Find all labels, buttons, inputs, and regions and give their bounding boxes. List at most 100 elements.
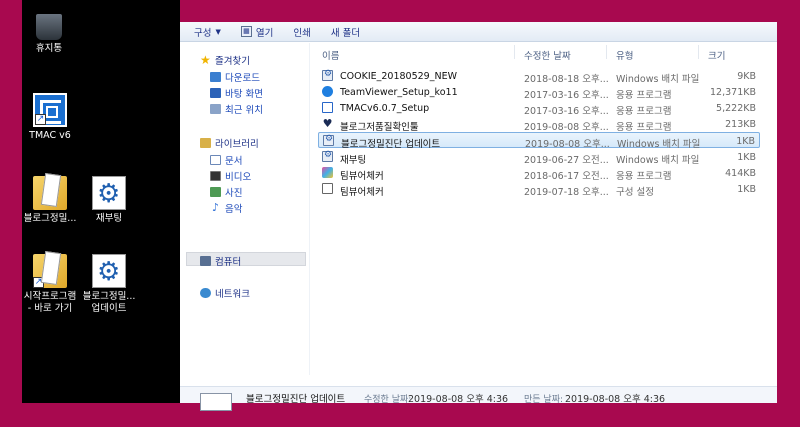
toolbar: 구성 ▼ ▦ 열기 인쇄 새 폴더 — [180, 22, 777, 42]
new-folder-label: 새 폴더 — [330, 27, 361, 39]
column-header-type[interactable]: 유형 — [616, 48, 633, 62]
nav-item-downloads[interactable]: 다운로드 — [210, 70, 260, 84]
nav-favorites-label: 즐겨찾기 — [215, 56, 250, 67]
file-date: 2018-06-17 오전... — [524, 171, 609, 182]
file-date: 2017-03-16 오후... — [524, 90, 609, 101]
file-size: 12,371KB — [710, 87, 756, 98]
column-header-date[interactable]: 수정한 날짜 — [524, 48, 571, 62]
desktop-icon-reboot[interactable]: 재부팅 — [74, 176, 144, 225]
file-name: TeamViewer_Setup_ko11 — [340, 87, 458, 98]
shortcut-arrow-icon: ↗ — [35, 114, 46, 125]
nav-item-label: 다운로드 — [225, 73, 260, 84]
file-row[interactable]: 재부팅 2019-06-27 오전... Windows 배치 파일 1KB — [318, 149, 760, 166]
open-icon: ▦ — [240, 26, 252, 37]
nav-network[interactable]: 네트워크 — [200, 286, 250, 300]
column-divider[interactable] — [606, 45, 607, 59]
file-row[interactable]: COOKIE_20180529_NEW 2018-08-18 오후... Win… — [318, 68, 760, 85]
gear-icon — [92, 176, 126, 210]
nav-network-label: 네트워크 — [215, 289, 250, 300]
file-row[interactable]: TeamViewer_Setup_ko11 2017-03-16 오후... 응… — [318, 84, 760, 101]
file-size: 1KB — [737, 184, 756, 195]
file-row[interactable]: ♥ 블로그저품질확인툴 2019-08-08 오후... 응용 프로그램 213… — [318, 116, 760, 133]
details-modified-label: 수정한 날짜: — [364, 395, 412, 405]
file-size: 1KB — [737, 152, 756, 163]
file-name: 팀뷰어체커 — [340, 187, 384, 198]
file-type: 응용 프로그램 — [616, 122, 672, 133]
nav-item-label: 사진 — [225, 188, 243, 199]
open-button[interactable]: ▦ 열기 — [240, 25, 274, 39]
recycle-bin-icon — [36, 14, 62, 40]
nav-item-desktop[interactable]: 바탕 화면 — [210, 86, 263, 100]
desktop-icon-tmac[interactable]: ↗ TMAC v6 — [22, 93, 85, 142]
file-row[interactable]: 팀뷰어체커 2018-06-17 오전... 응용 프로그램 414KB — [318, 165, 760, 182]
file-size: 213KB — [725, 119, 756, 130]
file-size: 414KB — [725, 168, 756, 179]
teamviewer-icon — [322, 86, 333, 97]
recent-places-icon — [210, 104, 221, 114]
print-button[interactable]: 인쇄 — [293, 25, 310, 39]
nav-item-label: 최근 위치 — [225, 105, 263, 116]
file-name: 팀뷰어체커 — [340, 171, 384, 182]
file-size: 5,222KB — [716, 103, 756, 114]
desktop: 휴지통 ↗ TMAC v6 블로그정밀... 재부팅 ↗ 시작프로그램 - 바로… — [22, 0, 180, 403]
file-date: 2019-07-18 오후... — [524, 187, 609, 198]
details-pane: 블로그정밀진단 업데이트 수정한 날짜: 2019-08-08 오후 4:36 … — [180, 386, 777, 411]
file-type: Windows 배치 파일 — [617, 139, 701, 150]
organize-button[interactable]: 구성 ▼ — [194, 25, 221, 39]
computer-icon — [200, 256, 211, 266]
batch-file-icon — [200, 393, 232, 411]
file-row-selected[interactable]: 블로그정밀진단 업데이트 2019-08-08 오후... Windows 배치… — [318, 132, 760, 150]
file-name: COOKIE_20180529_NEW — [340, 71, 457, 82]
file-size: 1KB — [736, 136, 755, 147]
details-modified-value: 2019-08-08 오후 4:36 — [408, 394, 509, 405]
nav-item-label: 비디오 — [225, 172, 252, 183]
nav-item-label: 문서 — [225, 156, 243, 167]
file-name: 블로그저품질확인툴 — [340, 122, 419, 133]
nav-libraries-label: 라이브러리 — [215, 139, 259, 150]
desktop-icon-blog-update[interactable]: 블로그정밀... 업데이트 — [74, 254, 144, 315]
file-type: 응용 프로그램 — [616, 106, 672, 117]
details-file-name: 블로그정밀진단 업데이트 — [246, 394, 346, 405]
cube-icon — [322, 167, 333, 178]
file-type: 구성 설정 — [616, 187, 654, 198]
column-header-name[interactable]: 이름 — [322, 48, 339, 62]
nav-libraries[interactable]: 라이브러리 — [200, 136, 259, 150]
nav-item-documents[interactable]: 문서 — [210, 153, 242, 167]
star-icon: ★ — [200, 53, 211, 67]
nav-item-videos[interactable]: 비디오 — [210, 169, 251, 183]
desktop-icon-label: 재부팅 — [95, 213, 123, 224]
nav-item-music[interactable]: ♪ 음악 — [210, 201, 243, 215]
open-label: 열기 — [255, 27, 274, 39]
gear-icon — [92, 254, 126, 288]
column-divider[interactable] — [698, 45, 699, 59]
nav-item-label: 음악 — [225, 204, 243, 215]
file-type: Windows 배치 파일 — [616, 74, 700, 85]
folder-document-icon — [33, 176, 67, 210]
print-label: 인쇄 — [293, 27, 311, 39]
organize-label: 구성 — [194, 27, 212, 39]
nav-item-pictures[interactable]: 사진 — [210, 185, 242, 199]
desktop-icon — [210, 88, 221, 98]
new-folder-button[interactable]: 새 폴더 — [331, 25, 360, 39]
details-created-value: 2019-08-08 오후 4:36 — [565, 394, 666, 405]
desktop-icon-recycle-bin[interactable]: 휴지통 — [22, 14, 84, 55]
file-date: 2019-08-08 오후... — [525, 139, 610, 150]
column-divider[interactable] — [514, 45, 515, 59]
chevron-down-icon: ▼ — [215, 27, 221, 36]
nav-item-label: 바탕 화면 — [225, 89, 263, 100]
shortcut-arrow-icon: ↗ — [33, 277, 44, 288]
file-name: 블로그정밀진단 업데이트 — [341, 139, 441, 150]
file-row[interactable]: 팀뷰어체커 2019-07-18 오후... 구성 설정 1KB — [318, 181, 760, 198]
heart-icon: ♥ — [322, 117, 333, 130]
column-header-size[interactable]: 크기 — [708, 48, 725, 62]
nav-favorites[interactable]: ★ 즐겨찾기 — [200, 53, 250, 67]
details-created-label: 만든 날짜: — [524, 395, 564, 405]
batch-file-icon — [322, 69, 333, 81]
file-type: 응용 프로그램 — [616, 171, 672, 182]
tmac-icon: ↗ — [33, 93, 67, 127]
file-row[interactable]: TMACv6.0.7_Setup 2017-03-16 오후... 응용 프로그… — [318, 100, 760, 117]
nav-item-recent[interactable]: 최근 위치 — [210, 102, 263, 116]
library-icon — [200, 138, 211, 148]
nav-computer[interactable]: 컴퓨터 — [200, 254, 241, 268]
file-size: 9KB — [737, 71, 756, 82]
